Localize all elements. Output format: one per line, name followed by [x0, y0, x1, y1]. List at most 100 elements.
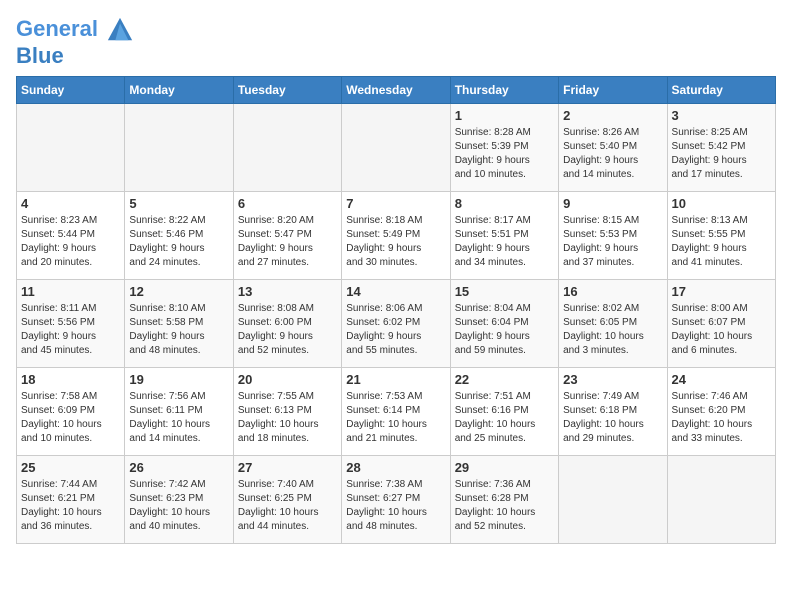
day-info: Sunrise: 8:23 AMSunset: 5:44 PMDaylight:… [21, 214, 120, 270]
day-number: 21 [346, 372, 445, 387]
weekday-header-friday: Friday [559, 77, 667, 104]
day-number: 5 [129, 196, 228, 211]
day-cell: 14 Sunrise: 8:06 AMSunset: 6:02 PMDayligh… [342, 280, 450, 368]
day-cell: 25 Sunrise: 7:44 AMSunset: 6:21 PMDayligh… [17, 456, 125, 544]
day-number: 22 [455, 372, 554, 387]
day-number: 26 [129, 460, 228, 475]
day-number: 7 [346, 196, 445, 211]
day-info: Sunrise: 8:00 AMSunset: 6:07 PMDaylight:… [672, 302, 771, 358]
day-cell: 11 Sunrise: 8:11 AMSunset: 5:56 PMDayligh… [17, 280, 125, 368]
day-info: Sunrise: 8:08 AMSunset: 6:00 PMDaylight:… [238, 302, 337, 358]
day-cell: 23 Sunrise: 7:49 AMSunset: 6:18 PMDayligh… [559, 368, 667, 456]
week-row-0: 1Sunrise: 8:28 AMSunset: 5:39 PMDaylight… [17, 104, 776, 192]
page-header: General Blue [16, 16, 776, 68]
day-info: Sunrise: 7:44 AMSunset: 6:21 PMDaylight:… [21, 478, 120, 534]
day-cell: 20Sunrise: 7:55 AMSunset: 6:13 PMDayligh… [233, 368, 341, 456]
day-cell: 4Sunrise: 8:23 AMSunset: 5:44 PMDaylight… [17, 192, 125, 280]
weekday-header-sunday: Sunday [17, 77, 125, 104]
day-info: Sunrise: 7:49 AMSunset: 6:18 PMDaylight:… [563, 390, 662, 446]
day-cell: 27 Sunrise: 7:40 AMSunset: 6:25 PMDayligh… [233, 456, 341, 544]
day-number: 19 [129, 372, 228, 387]
day-number: 17 [672, 284, 771, 299]
day-info: Sunrise: 8:25 AMSunset: 5:42 PMDaylight:… [672, 126, 771, 182]
day-info: Sunrise: 8:22 AMSunset: 5:46 PMDaylight:… [129, 214, 228, 270]
weekday-header-monday: Monday [125, 77, 233, 104]
day-info: Sunrise: 8:18 AMSunset: 5:49 PMDaylight:… [346, 214, 445, 270]
day-cell [667, 456, 775, 544]
day-cell: 17 Sunrise: 8:00 AMSunset: 6:07 PMDayligh… [667, 280, 775, 368]
day-info: Sunrise: 8:04 AMSunset: 6:04 PMDaylight:… [455, 302, 554, 358]
day-info: Sunrise: 8:02 AMSunset: 6:05 PMDaylight:… [563, 302, 662, 358]
day-number: 29 [455, 460, 554, 475]
weekday-header-saturday: Saturday [667, 77, 775, 104]
day-info: Sunrise: 8:26 AMSunset: 5:40 PMDaylight:… [563, 126, 662, 182]
logo-blue: Blue [16, 44, 134, 68]
day-number: 20 [238, 372, 337, 387]
day-cell: 24Sunrise: 7:46 AMSunset: 6:20 PMDayligh… [667, 368, 775, 456]
calendar-header: SundayMondayTuesdayWednesdayThursdayFrid… [17, 77, 776, 104]
day-cell: 18 Sunrise: 7:58 AMSunset: 6:09 PMDayligh… [17, 368, 125, 456]
day-cell: 1Sunrise: 8:28 AMSunset: 5:39 PMDaylight… [450, 104, 558, 192]
week-row-4: 25 Sunrise: 7:44 AMSunset: 6:21 PMDayligh… [17, 456, 776, 544]
day-number: 27 [238, 460, 337, 475]
day-number: 11 [21, 284, 120, 299]
day-cell: 2 Sunrise: 8:26 AMSunset: 5:40 PMDaylight… [559, 104, 667, 192]
day-info: Sunrise: 7:51 AMSunset: 6:16 PMDaylight:… [455, 390, 554, 446]
day-number: 1 [455, 108, 554, 123]
calendar-body: 1Sunrise: 8:28 AMSunset: 5:39 PMDaylight… [17, 104, 776, 544]
day-info: Sunrise: 7:58 AMSunset: 6:09 PMDaylight:… [21, 390, 120, 446]
day-info: Sunrise: 7:42 AMSunset: 6:23 PMDaylight:… [129, 478, 228, 534]
weekday-header-wednesday: Wednesday [342, 77, 450, 104]
day-number: 13 [238, 284, 337, 299]
day-info: Sunrise: 7:38 AMSunset: 6:27 PMDaylight:… [346, 478, 445, 534]
week-row-2: 11 Sunrise: 8:11 AMSunset: 5:56 PMDayligh… [17, 280, 776, 368]
day-cell: 12Sunrise: 8:10 AMSunset: 5:58 PMDayligh… [125, 280, 233, 368]
day-cell: 19 Sunrise: 7:56 AMSunset: 6:11 PMDayligh… [125, 368, 233, 456]
day-info: Sunrise: 8:13 AMSunset: 5:55 PMDaylight:… [672, 214, 771, 270]
day-number: 25 [21, 460, 120, 475]
day-number: 2 [563, 108, 662, 123]
weekday-header-thursday: Thursday [450, 77, 558, 104]
day-number: 15 [455, 284, 554, 299]
day-cell: 28 Sunrise: 7:38 AMSunset: 6:27 PMDayligh… [342, 456, 450, 544]
day-number: 28 [346, 460, 445, 475]
week-row-1: 4Sunrise: 8:23 AMSunset: 5:44 PMDaylight… [17, 192, 776, 280]
day-info: Sunrise: 7:40 AMSunset: 6:25 PMDaylight:… [238, 478, 337, 534]
day-info: Sunrise: 8:20 AMSunset: 5:47 PMDaylight:… [238, 214, 337, 270]
day-cell: 6 Sunrise: 8:20 AMSunset: 5:47 PMDaylight… [233, 192, 341, 280]
day-info: Sunrise: 8:17 AMSunset: 5:51 PMDaylight:… [455, 214, 554, 270]
day-cell [342, 104, 450, 192]
day-info: Sunrise: 7:56 AMSunset: 6:11 PMDaylight:… [129, 390, 228, 446]
calendar-table: SundayMondayTuesdayWednesdayThursdayFrid… [16, 76, 776, 544]
day-info: Sunrise: 8:06 AMSunset: 6:02 PMDaylight:… [346, 302, 445, 358]
day-cell: 8 Sunrise: 8:17 AMSunset: 5:51 PMDaylight… [450, 192, 558, 280]
day-number: 14 [346, 284, 445, 299]
day-cell: 9 Sunrise: 8:15 AMSunset: 5:53 PMDaylight… [559, 192, 667, 280]
day-cell: 3Sunrise: 8:25 AMSunset: 5:42 PMDaylight… [667, 104, 775, 192]
day-cell [125, 104, 233, 192]
weekday-header-tuesday: Tuesday [233, 77, 341, 104]
day-number: 23 [563, 372, 662, 387]
day-number: 8 [455, 196, 554, 211]
day-cell: 7 Sunrise: 8:18 AMSunset: 5:49 PMDaylight… [342, 192, 450, 280]
day-cell [233, 104, 341, 192]
day-number: 18 [21, 372, 120, 387]
day-number: 12 [129, 284, 228, 299]
logo-text: General [16, 16, 134, 44]
day-number: 16 [563, 284, 662, 299]
day-info: Sunrise: 7:46 AMSunset: 6:20 PMDaylight:… [672, 390, 771, 446]
day-number: 6 [238, 196, 337, 211]
day-cell: 16 Sunrise: 8:02 AMSunset: 6:05 PMDayligh… [559, 280, 667, 368]
day-info: Sunrise: 8:15 AMSunset: 5:53 PMDaylight:… [563, 214, 662, 270]
day-cell: 26 Sunrise: 7:42 AMSunset: 6:23 PMDayligh… [125, 456, 233, 544]
day-cell: 15 Sunrise: 8:04 AMSunset: 6:04 PMDayligh… [450, 280, 558, 368]
day-cell [17, 104, 125, 192]
day-cell: 13 Sunrise: 8:08 AMSunset: 6:00 PMDayligh… [233, 280, 341, 368]
day-info: Sunrise: 7:53 AMSunset: 6:14 PMDaylight:… [346, 390, 445, 446]
day-info: Sunrise: 8:11 AMSunset: 5:56 PMDaylight:… [21, 302, 120, 358]
day-number: 9 [563, 196, 662, 211]
day-number: 10 [672, 196, 771, 211]
logo: General Blue [16, 16, 134, 68]
day-cell: 29Sunrise: 7:36 AMSunset: 6:28 PMDayligh… [450, 456, 558, 544]
day-cell: 5 Sunrise: 8:22 AMSunset: 5:46 PMDaylight… [125, 192, 233, 280]
